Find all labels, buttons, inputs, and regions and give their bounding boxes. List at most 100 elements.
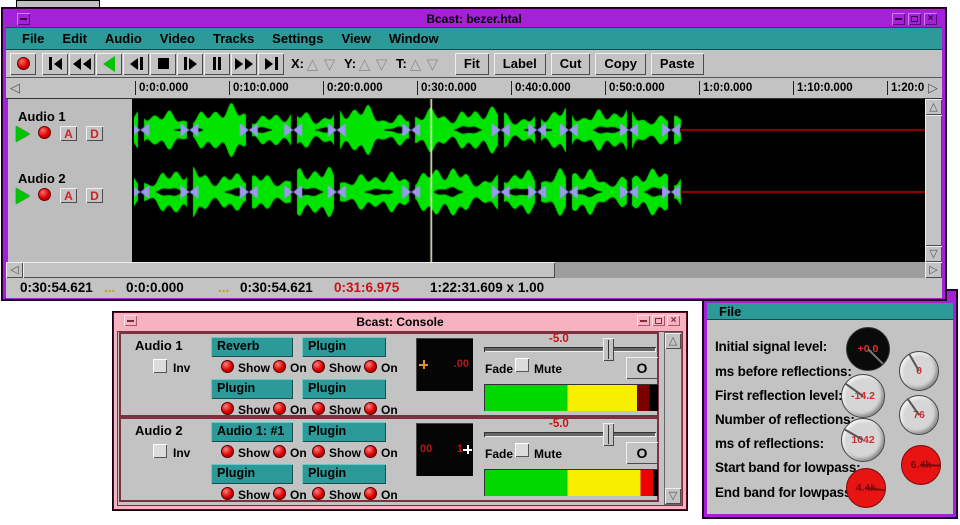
menu-file[interactable]: File: [22, 31, 44, 46]
maximize-button[interactable]: [652, 315, 665, 326]
close-button[interactable]: ×: [667, 315, 680, 326]
waveform-area[interactable]: [134, 99, 926, 262]
stop-button[interactable]: [150, 53, 176, 75]
window-menu-button[interactable]: [124, 315, 137, 326]
module-button[interactable]: Reverb: [211, 337, 293, 357]
minimize-button[interactable]: [637, 315, 650, 326]
label-button[interactable]: Label: [494, 53, 546, 75]
track-draw-button[interactable]: D: [86, 188, 103, 203]
fit-button[interactable]: Fit: [455, 53, 489, 75]
fade-slider[interactable]: [484, 432, 656, 437]
frame-forward-button[interactable]: [177, 53, 203, 75]
menu-settings[interactable]: Settings: [272, 31, 323, 46]
scroll-right-button[interactable]: ▷: [925, 262, 942, 278]
track-play-toggle[interactable]: [16, 126, 30, 142]
knob-initial-signal[interactable]: +0.0: [846, 327, 890, 371]
output-button[interactable]: O: [626, 442, 658, 464]
zoom-x-down-button[interactable]: ▽: [321, 55, 338, 73]
invert-checkbox[interactable]: [153, 359, 167, 373]
module-button[interactable]: Plugin: [302, 422, 386, 442]
track-attach-button[interactable]: A: [60, 188, 77, 203]
show-radio[interactable]: [221, 445, 234, 458]
module-button[interactable]: Plugin: [302, 379, 386, 399]
show-radio[interactable]: [312, 402, 325, 415]
on-radio[interactable]: [364, 402, 377, 415]
knob-num-reflections[interactable]: 76: [899, 395, 939, 435]
waveform-canvas[interactable]: [134, 99, 926, 262]
timeline-ruler[interactable]: 0:0:0.000 0:10:0.000 0:20:0.000 0:30:0.0…: [6, 78, 942, 99]
on-radio[interactable]: [273, 402, 286, 415]
menu-edit[interactable]: Edit: [62, 31, 87, 46]
pan-crosshair[interactable]: [463, 445, 472, 454]
show-radio[interactable]: [312, 487, 325, 500]
knob-start-lowpass[interactable]: 6.4k: [901, 445, 941, 485]
cut-button[interactable]: Cut: [551, 53, 591, 75]
pan-box[interactable]: .00: [416, 338, 473, 391]
track-attach-button[interactable]: A: [60, 126, 77, 141]
goto-start-button[interactable]: [42, 53, 68, 75]
show-radio[interactable]: [221, 487, 234, 500]
zoom-x-up-button[interactable]: △: [304, 55, 321, 73]
zoom-y-down-button[interactable]: ▽: [373, 55, 390, 73]
console-titlebar[interactable]: Bcast: Console: [117, 315, 683, 330]
scroll-down-button[interactable]: ▽: [925, 246, 942, 262]
zoom-t-up-button[interactable]: △: [407, 55, 424, 73]
goto-end-button[interactable]: [258, 53, 284, 75]
module-button[interactable]: Audio 1: #1: [211, 422, 293, 442]
minimize-button[interactable]: [892, 13, 905, 25]
play-reverse-button[interactable]: [96, 53, 122, 75]
horizontal-scrollbar[interactable]: ◁ ▷: [6, 262, 942, 278]
vertical-scrollbar[interactable]: △ ▽: [925, 99, 942, 262]
module-button[interactable]: Plugin: [211, 379, 293, 399]
mute-checkbox[interactable]: [515, 358, 529, 372]
track-record-toggle[interactable]: [38, 188, 51, 201]
output-button[interactable]: O: [626, 357, 658, 379]
menu-audio[interactable]: Audio: [105, 31, 142, 46]
show-radio[interactable]: [221, 402, 234, 415]
menu-window[interactable]: Window: [389, 31, 439, 46]
plugin-menu-file[interactable]: File: [719, 304, 741, 319]
pan-box[interactable]: 00 1: [416, 423, 473, 476]
pan-crosshair[interactable]: [419, 360, 428, 369]
zoom-y-up-button[interactable]: △: [356, 55, 373, 73]
console-scrollbar[interactable]: △ ▽: [664, 332, 682, 505]
scroll-down-button[interactable]: ▽: [665, 488, 681, 504]
menu-view[interactable]: View: [341, 31, 370, 46]
close-button[interactable]: ×: [924, 13, 937, 25]
module-button[interactable]: Plugin: [211, 464, 293, 484]
on-radio[interactable]: [273, 445, 286, 458]
menu-tracks[interactable]: Tracks: [213, 31, 254, 46]
frame-reverse-button[interactable]: [123, 53, 149, 75]
show-radio[interactable]: [312, 360, 325, 373]
knob-ms-reflections[interactable]: 1042: [841, 418, 885, 462]
copy-button[interactable]: Copy: [595, 53, 646, 75]
paste-button[interactable]: Paste: [651, 53, 704, 75]
fade-handle[interactable]: [603, 338, 614, 361]
pause-button[interactable]: [204, 53, 230, 75]
on-radio[interactable]: [364, 360, 377, 373]
invert-checkbox[interactable]: [153, 444, 167, 458]
track-play-toggle[interactable]: [16, 188, 30, 204]
fast-forward-button[interactable]: [231, 53, 257, 75]
show-radio[interactable]: [221, 360, 234, 373]
scroll-thumb[interactable]: [925, 115, 942, 246]
fast-reverse-button[interactable]: [69, 53, 95, 75]
ruler-scroll-right-button[interactable]: ▷: [924, 78, 942, 98]
knob-end-lowpass[interactable]: 4.4k: [846, 468, 886, 508]
window-menu-button[interactable]: [17, 13, 30, 25]
zoom-t-down-button[interactable]: ▽: [424, 55, 441, 73]
fade-slider[interactable]: [484, 347, 656, 352]
on-radio[interactable]: [364, 487, 377, 500]
on-radio[interactable]: [273, 360, 286, 373]
main-titlebar[interactable]: Bcast: bezer.htal: [6, 11, 942, 27]
menu-video[interactable]: Video: [160, 31, 195, 46]
knob-ms-before[interactable]: 0: [899, 351, 939, 391]
fade-handle[interactable]: [603, 423, 614, 446]
on-radio[interactable]: [364, 445, 377, 458]
scroll-up-button[interactable]: △: [665, 333, 681, 349]
scroll-up-button[interactable]: △: [925, 99, 942, 115]
module-button[interactable]: Plugin: [302, 464, 386, 484]
ruler-scroll-left-button[interactable]: ◁: [6, 78, 24, 98]
record-button[interactable]: [10, 53, 36, 75]
show-radio[interactable]: [312, 445, 325, 458]
